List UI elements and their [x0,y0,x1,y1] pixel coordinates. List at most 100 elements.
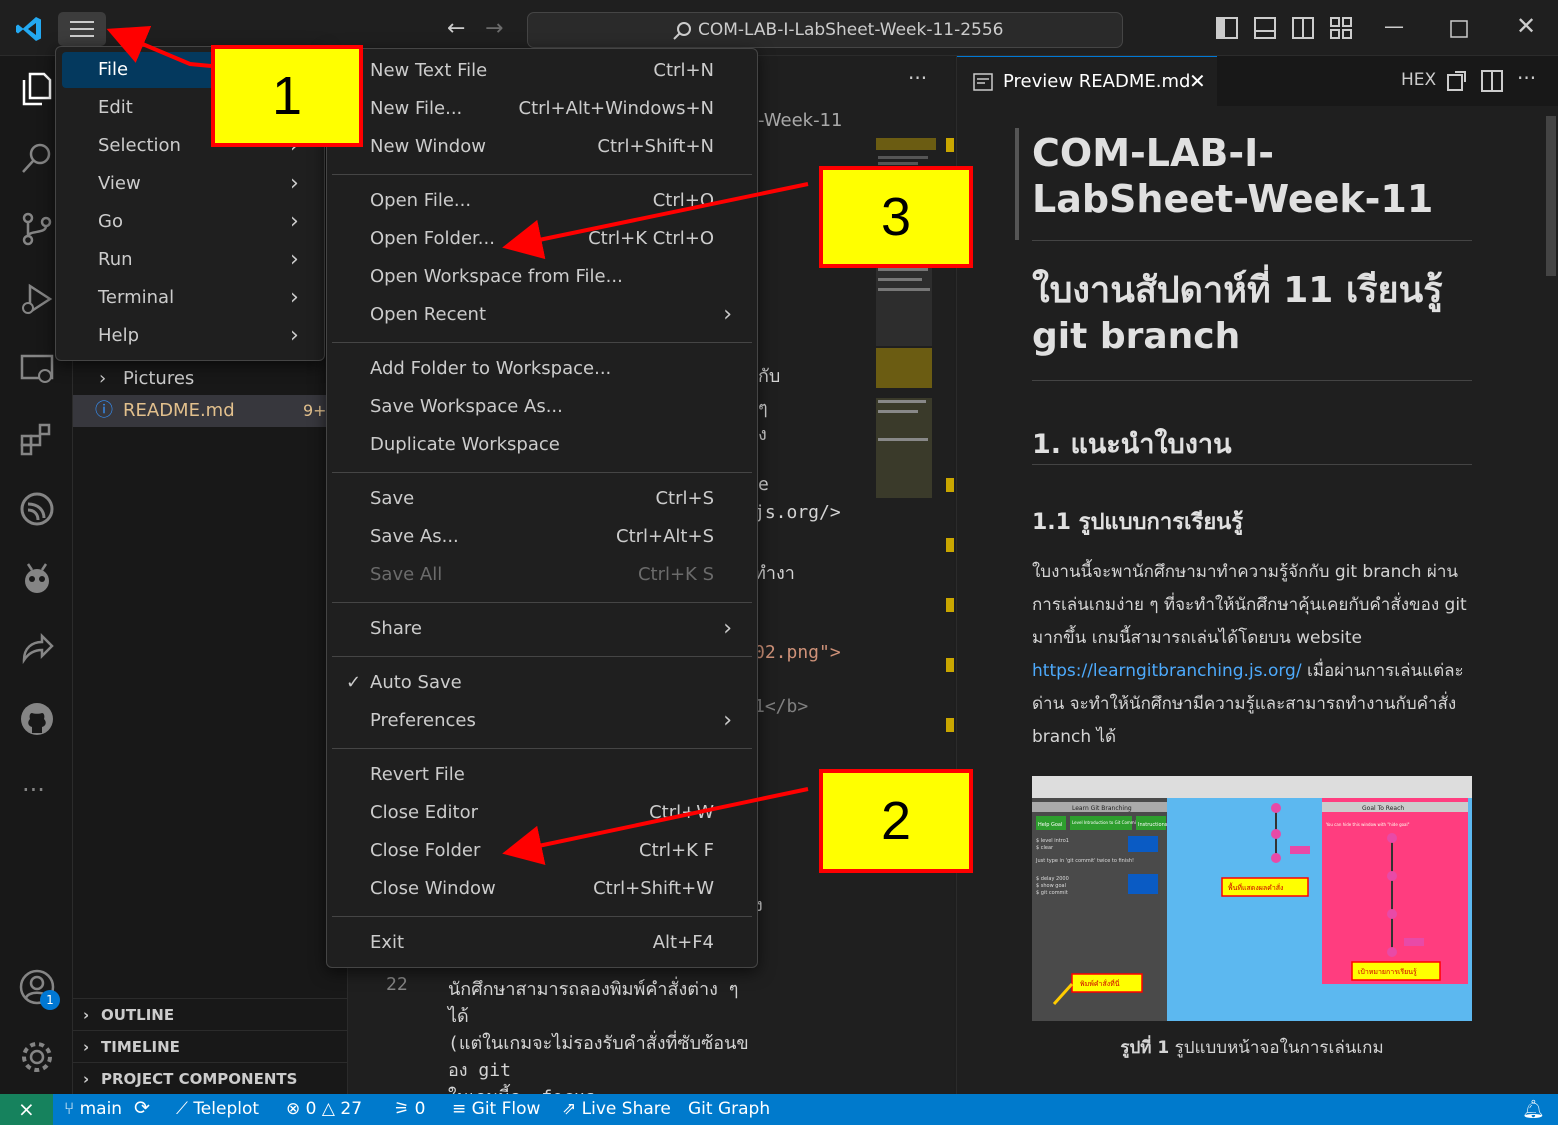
menu-duplicate-workspace[interactable]: Duplicate Workspace [332,427,752,463]
menu-item-run[interactable]: Run › [62,242,318,278]
source-control-icon[interactable] [18,210,56,248]
more-icon[interactable]: ··· [22,776,45,804]
live-share-icon[interactable] [18,630,56,668]
shortcut-label: Ctrl+K F [639,840,714,861]
git-graph-button[interactable]: Git Graph [688,1099,770,1119]
hex-editor-button[interactable]: HEX [1401,70,1436,90]
tree-item-label: README.md [123,400,235,421]
menu-save[interactable]: Save Ctrl+S [332,481,752,517]
close-window-icon[interactable]: ✕ [1516,12,1536,40]
menu-open-folder[interactable]: Open Folder... Ctrl+K Ctrl+O [332,221,752,257]
toggle-secondary-sidebar-icon[interactable] [1292,17,1314,39]
file-menu: New Text File Ctrl+N New File... Ctrl+Alt+… [326,48,758,968]
menu-add-folder-workspace[interactable]: Add Folder to Workspace... [332,351,752,387]
tab-preview-readme[interactable]: Preview README.md ✕ [957,56,1217,106]
maximize-icon[interactable] [1450,20,1468,38]
menu-item-help[interactable]: Help › [62,318,318,354]
more-actions-icon[interactable]: ··· [1517,66,1536,90]
callout-step-1: 1 [211,45,363,147]
espressif-icon[interactable] [18,490,56,528]
forward-arrow-icon[interactable]: → [485,16,503,41]
chevron-right-icon: › [99,368,107,389]
menu-item-label: Open Folder... [370,228,495,249]
explorer-icon[interactable] [18,70,56,108]
menu-open-file[interactable]: Open File... Ctrl+O [332,183,752,219]
menu-new-window[interactable]: New Window Ctrl+Shift+N [332,129,752,165]
application-menu-button[interactable] [58,12,106,46]
menu-new-file[interactable]: New File... Ctrl+Alt+Windows+N [332,91,752,127]
menu-close-folder[interactable]: Close Folder Ctrl+K F [332,833,752,869]
split-editor-icon[interactable] [1481,70,1503,92]
extensions-icon[interactable] [18,420,56,458]
toggle-panel-icon[interactable] [1254,17,1276,39]
menu-separator [332,472,752,473]
code-fragment: กับ [758,366,781,387]
menu-save-all: Save All Ctrl+K S [332,557,752,593]
more-actions-icon[interactable]: ··· [908,66,927,90]
tree-item-pictures[interactable]: › Pictures [73,363,348,395]
menu-open-workspace[interactable]: Open Workspace from File... [332,259,752,295]
tree-item-readme[interactable]: ⓘ README.md 9+ [73,395,348,427]
menu-item-label: Revert File [370,764,465,785]
shortcut-label: Ctrl+S [655,488,714,509]
run-debug-icon[interactable] [18,280,56,318]
settings-gear-icon[interactable] [18,1038,56,1076]
remote-explorer-icon[interactable] [18,350,56,388]
branch-indicator[interactable]: ⑂ main [64,1099,122,1119]
shortcut-label: Ctrl+K S [637,564,714,585]
live-share-button[interactable]: ⇗ Live Share [562,1099,671,1119]
menu-save-as[interactable]: Save As... Ctrl+Alt+S [332,519,752,555]
customize-layout-icon[interactable] [1330,17,1352,39]
back-arrow-icon[interactable]: ← [447,16,465,41]
breadcrumb[interactable]: -Week-11 [758,110,842,131]
callout-step-2: 2 [819,769,973,873]
divider [1032,240,1472,241]
menu-exit[interactable]: Exit Alt+F4 [332,925,752,961]
menu-item-label: Save All [370,564,443,585]
teleplot-button[interactable]: ⟋ Teleplot [176,1099,259,1119]
menu-close-window[interactable]: Close Window Ctrl+Shift+W [332,871,752,907]
menu-separator [332,174,752,175]
menu-item-terminal[interactable]: Terminal › [62,280,318,316]
blockquote-bar [1015,128,1019,240]
toggle-primary-sidebar-icon[interactable] [1216,17,1238,39]
search-icon[interactable] [18,140,56,178]
vscode-logo-icon [16,17,41,41]
menu-share[interactable]: Share › [332,611,752,647]
git-flow-button[interactable]: ≡ Git Flow [452,1099,540,1119]
menu-save-workspace-as[interactable]: Save Workspace As... [332,389,752,425]
menu-preferences[interactable]: Preferences › [332,703,752,739]
image-console-3: Just type in 'git commit' twice to finis… [1035,858,1134,864]
sync-icon[interactable]: ⟳ [134,1097,150,1119]
problems-indicator[interactable]: ⊗ 0 △ 27 [286,1099,362,1119]
open-source-icon[interactable] [1445,70,1467,92]
timeline-section-header[interactable]: › TIMELINE [73,1030,348,1062]
menu-new-text-file[interactable]: New Text File Ctrl+N [332,53,752,89]
menu-open-recent[interactable]: Open Recent › [332,297,752,333]
ports-indicator[interactable]: ⚞ 0 [394,1099,425,1119]
caption-bold: รูปที่ 1 [1120,1038,1170,1058]
command-center-search[interactable]: COM-LAB-I-LabSheet-Week-11-2556 [527,12,1123,48]
close-tab-icon[interactable]: ✕ [1189,69,1206,93]
search-text: COM-LAB-I-LabSheet-Week-11-2556 [698,20,1004,40]
minimize-icon[interactable]: — [1384,14,1404,38]
outline-section-header[interactable]: › OUTLINE [73,998,348,1030]
shortcut-label: Alt+F4 [652,932,714,953]
learngitbranching-link[interactable]: https://learngitbranching.js.org/ [1032,661,1302,681]
menu-revert-file[interactable]: Revert File [332,757,752,793]
error-count: 0 [305,1099,317,1119]
menu-item-go[interactable]: Go › [62,204,318,240]
menu-close-editor[interactable]: Close Editor Ctrl+W [332,795,752,831]
preview-scrollbar[interactable] [1546,116,1556,276]
menu-separator [332,602,752,603]
notifications-bell-icon[interactable]: 🔔︎ [1522,1099,1545,1120]
github-icon[interactable] [18,700,56,738]
remote-indicator[interactable]: ⨯ [0,1094,53,1125]
menu-item-view[interactable]: View › [62,166,318,202]
menu-auto-save[interactable]: ✓ Auto Save [332,665,752,701]
image-goal-label: เป้าหมายการเรียนรู้ [1358,968,1417,976]
project-components-section-header[interactable]: › PROJECT COMPONENTS [73,1062,348,1094]
menu-item-label: Run [98,249,133,270]
platformio-icon[interactable] [18,560,56,598]
chevron-right-icon: › [290,247,299,272]
